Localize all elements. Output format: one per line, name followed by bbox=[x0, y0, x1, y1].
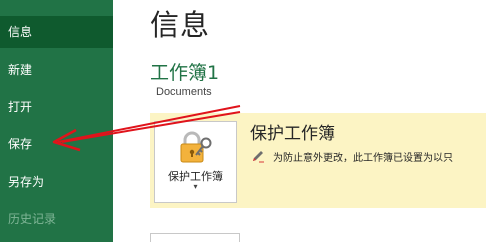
nav-item-open[interactable]: 打开 bbox=[0, 91, 113, 123]
protect-workbook-description: 为防止意外更改，此工作簿已设置为以只 bbox=[273, 153, 453, 164]
workbook-name: 工作簿1 bbox=[150, 62, 220, 84]
lock-key-icon bbox=[180, 131, 212, 163]
nav-item-history: 历史记录 bbox=[8, 212, 57, 226]
nav-item-new[interactable]: 新建 bbox=[0, 54, 113, 86]
nav-item-save-as[interactable]: 另存为 bbox=[0, 166, 113, 198]
nav-item-save[interactable]: 保存 bbox=[0, 128, 113, 160]
chevron-down-icon: ▾ bbox=[193, 182, 198, 191]
pen-icon bbox=[253, 151, 264, 163]
protect-workbook-button[interactable]: 保护工作簿 ▾ bbox=[154, 121, 237, 203]
backstage-sidebar: 信息 新建 打开 保存 另存为 历史记录 bbox=[0, 0, 113, 242]
protect-workbook-heading: 保护工作簿 bbox=[250, 124, 335, 144]
protect-workbook-section: 保护工作簿 ▾ 保护工作簿 为防止意外更改，此工作簿已设置为以只 bbox=[150, 113, 486, 208]
page-title: 信息 bbox=[150, 8, 211, 42]
workbook-path[interactable]: Documents bbox=[156, 86, 212, 98]
next-section-button-edge bbox=[150, 233, 240, 242]
nav-item-info[interactable]: 信息 bbox=[0, 16, 113, 48]
info-panel: 信息 工作簿1 Documents 保护工作簿 ▾ 保护工作簿 为防止意外更改，… bbox=[113, 0, 486, 242]
